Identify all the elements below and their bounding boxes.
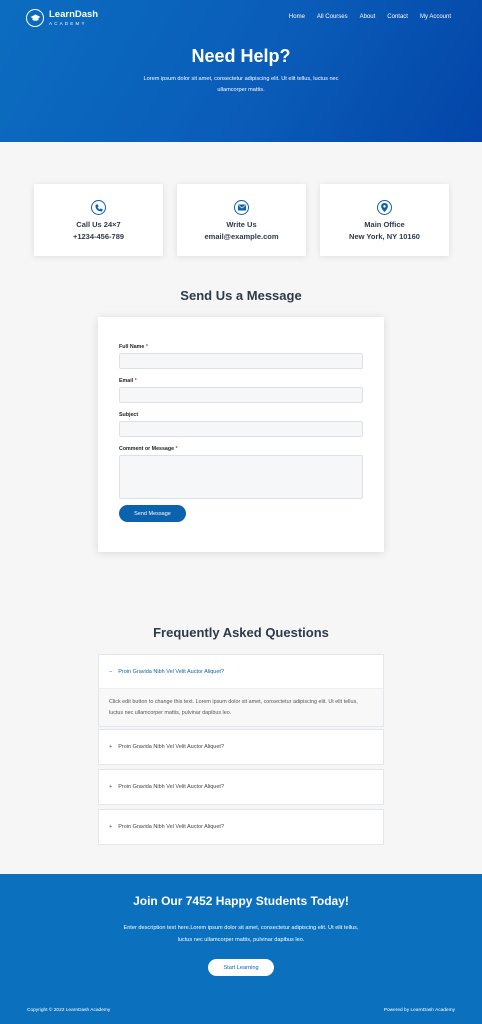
full-name-label: Full Name *: [119, 344, 148, 350]
card-value: New York, NY 10160: [349, 232, 420, 241]
nav-my-account[interactable]: My Account: [420, 14, 451, 20]
plus-icon: +: [109, 824, 113, 830]
card-title: Write Us: [226, 220, 257, 229]
faq-item: + Proin Gravida Nibh Vel Velit Auctor Al…: [98, 769, 384, 805]
hero-description: Lorem ipsum dolor sit amet, consectetur …: [143, 76, 339, 93]
card-value: +1234-456-789: [72, 232, 125, 241]
footer: Copyright © 2022 LearnDash Academy Power…: [0, 1002, 482, 1024]
contact-card-phone: Call Us 24×7 +1234-456-789: [34, 184, 163, 256]
nav-all-courses[interactable]: All Courses: [317, 14, 348, 20]
faq-question[interactable]: − Proin Gravida Nibh Vel Velit Auctor Al…: [99, 655, 383, 689]
cta-description: Enter description text here.Lorem ipsum …: [123, 925, 359, 943]
powered-by-text: Powered by LearnDash Academy: [383, 1008, 455, 1013]
faq-section-title: Frequently Asked Questions: [153, 625, 329, 640]
graduation-cap-icon: [26, 9, 44, 27]
faq-question[interactable]: + Proin Gravida Nibh Vel Velit Auctor Al…: [99, 810, 383, 844]
start-learning-button[interactable]: Start Learning: [208, 959, 274, 976]
faq-question[interactable]: + Proin Gravida Nibh Vel Velit Auctor Al…: [99, 730, 383, 764]
email-label: Email *: [119, 378, 137, 384]
subject-label: Subject: [119, 412, 139, 418]
nav-home[interactable]: Home: [289, 14, 305, 20]
copyright-text: Copyright © 2022 LearnDash Academy: [27, 1008, 111, 1013]
cta-title: Join Our 7452 Happy Students Today!: [133, 894, 349, 908]
send-message-button[interactable]: Send Message: [119, 505, 186, 522]
logo-name: LearnDash: [49, 9, 99, 20]
email-field[interactable]: [119, 387, 363, 403]
card-value: email@example.com: [204, 232, 279, 241]
message-field[interactable]: [119, 455, 363, 499]
card-title: Main Office: [364, 220, 405, 229]
faq-answer: Click edit button to change this text. L…: [99, 689, 383, 726]
faq-question[interactable]: + Proin Gravida Nibh Vel Velit Auctor Al…: [99, 770, 383, 804]
nav-contact[interactable]: Contact: [387, 14, 408, 20]
location-pin-icon: [377, 200, 392, 215]
main-nav: Home All Courses About Contact My Accoun…: [289, 14, 451, 20]
plus-icon: +: [109, 784, 113, 790]
contact-card-office: Main Office New York, NY 10160: [320, 184, 449, 256]
faq-item: + Proin Gravida Nibh Vel Velit Auctor Al…: [98, 809, 384, 845]
faq-item: + Proin Gravida Nibh Vel Velit Auctor Al…: [98, 729, 384, 765]
envelope-icon: [234, 200, 249, 215]
contact-form: Full Name * Email * Subject Comment or M…: [98, 317, 384, 552]
message-label: Comment or Message *: [119, 446, 178, 452]
page-title: Need Help?: [191, 46, 291, 66]
plus-icon: +: [109, 744, 113, 750]
site-logo[interactable]: LearnDash ACADEMY: [26, 9, 98, 27]
card-title: Call Us 24×7: [76, 220, 121, 229]
phone-icon: [91, 200, 106, 215]
contact-card-email: Write Us email@example.com: [177, 184, 306, 256]
subject-field[interactable]: [119, 421, 363, 437]
faq-item: − Proin Gravida Nibh Vel Velit Auctor Al…: [98, 654, 384, 727]
full-name-field[interactable]: [119, 353, 363, 369]
nav-about[interactable]: About: [360, 14, 376, 20]
minus-icon: −: [109, 668, 113, 675]
hero-section: LearnDash ACADEMY Home All Courses About…: [0, 0, 482, 142]
form-section-title: Send Us a Message: [180, 288, 302, 303]
logo-subtitle: ACADEMY: [49, 20, 87, 26]
